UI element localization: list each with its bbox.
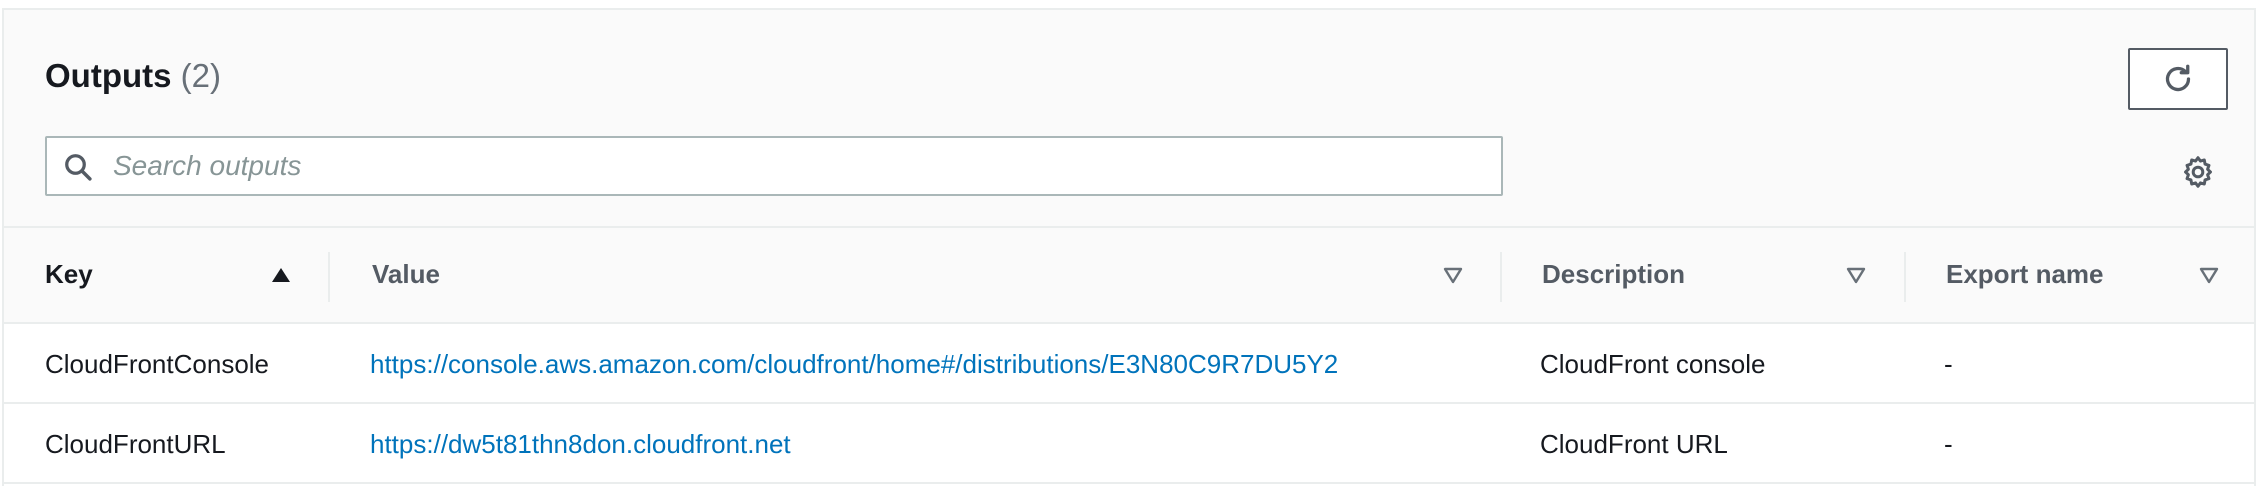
column-header-export-name[interactable]: Export name [1906, 228, 2254, 324]
cell-value: https://console.aws.amazon.com/cloudfron… [370, 344, 1338, 384]
refresh-icon [2165, 64, 2191, 92]
cell-description: CloudFront URL [1540, 429, 1728, 459]
column-header-description[interactable]: Description [1502, 228, 1904, 324]
table-header: Key Value Description Export name [4, 228, 2254, 324]
outputs-panel: Outputs (2) Key [2, 8, 2256, 486]
caret-up-icon[interactable] [270, 266, 292, 284]
value-link[interactable]: https://dw5t81thn8don.cloudfront.net [370, 429, 791, 459]
cell-value: https://dw5t81thn8don.cloudfront.net [370, 424, 791, 464]
outputs-header: Outputs (2) [4, 10, 2254, 228]
title-label: Outputs [45, 57, 172, 94]
column-header-value[interactable]: Value [330, 228, 1500, 324]
page-title: Outputs (2) [45, 56, 221, 96]
gear-icon[interactable] [2180, 154, 2216, 190]
search-input[interactable] [113, 144, 1483, 188]
search-box[interactable] [45, 136, 1503, 196]
caret-down-outline-icon[interactable] [1845, 266, 1867, 284]
cell-export-name: - [1944, 429, 1953, 459]
column-header-key[interactable]: Key [4, 228, 328, 324]
column-label: Key [45, 259, 93, 289]
cell-export-name: - [1944, 349, 1953, 379]
refresh-button[interactable] [2128, 48, 2228, 110]
caret-down-outline-icon[interactable] [1442, 266, 1464, 284]
value-link[interactable]: https://console.aws.amazon.com/cloudfron… [370, 349, 1338, 379]
table-row: CloudFrontConsole https://console.aws.am… [4, 324, 2254, 404]
search-icon [65, 154, 92, 181]
cell-key: CloudFrontConsole [45, 349, 270, 379]
title-count: (2) [180, 57, 221, 94]
column-label: Export name [1946, 259, 2104, 289]
column-label: Description [1542, 259, 1686, 289]
table-row: CloudFrontURL https://dw5t81thn8don.clou… [4, 404, 2254, 484]
cell-description: CloudFront console [1540, 349, 1766, 379]
column-label: Value [372, 259, 440, 289]
caret-down-outline-icon[interactable] [2198, 266, 2220, 284]
cell-key: CloudFrontURL [45, 429, 226, 459]
